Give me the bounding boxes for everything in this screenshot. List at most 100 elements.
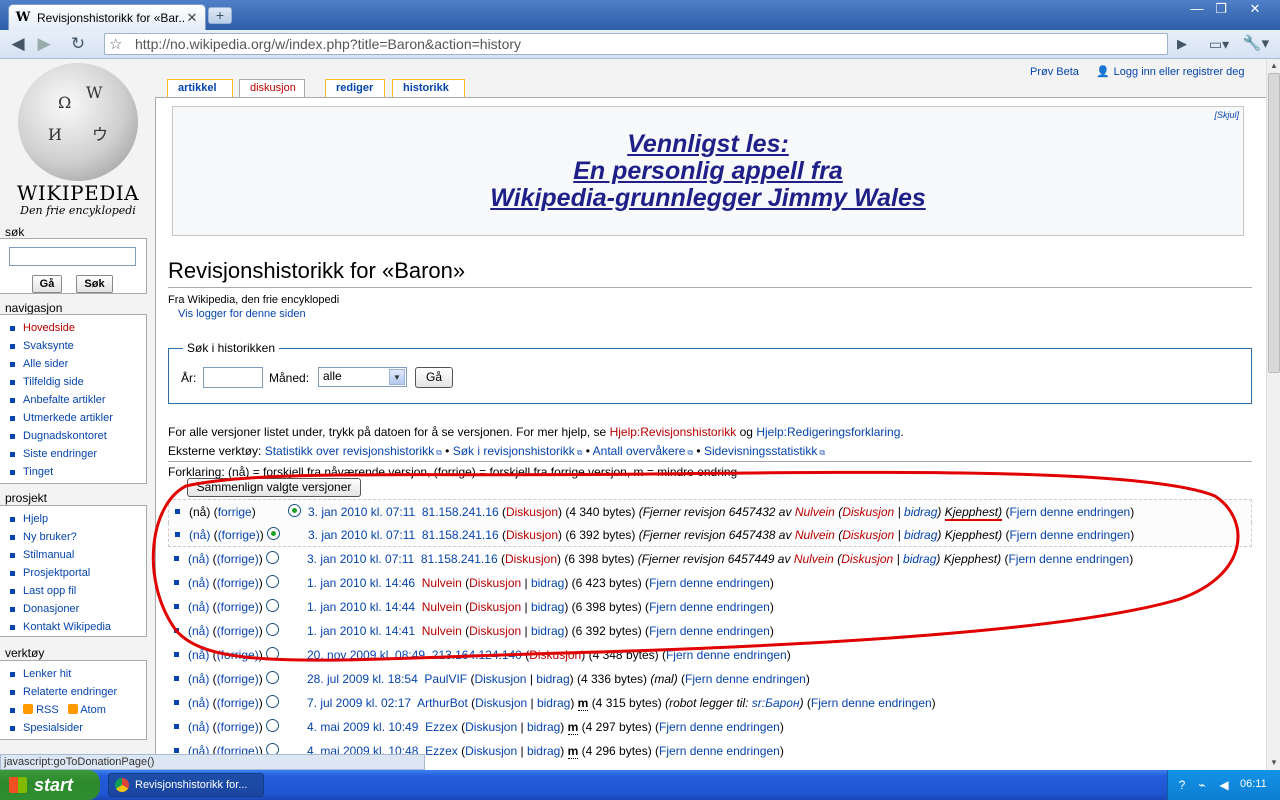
revision-radio-new[interactable] — [266, 719, 279, 732]
year-input[interactable] — [203, 367, 263, 388]
revision-radio-new[interactable] — [266, 551, 279, 564]
prev-diff-link[interactable]: (forrige) — [217, 720, 259, 734]
revision-date-link[interactable]: 1. jan 2010 kl. 14:44 — [307, 600, 415, 614]
user-talk-link[interactable]: Diskusjon — [506, 528, 558, 542]
user-talk-link[interactable]: Diskusjon — [465, 720, 517, 734]
back-icon[interactable]: ◀ — [6, 33, 30, 55]
revision-radio-old[interactable] — [288, 504, 301, 517]
donation-appeal-link[interactable]: Vennligst les: En personlig appell fra W… — [173, 131, 1243, 212]
prev-diff-link[interactable]: forrige — [218, 505, 252, 519]
prev-diff-link[interactable]: (forrige) — [217, 648, 259, 662]
scroll-up-icon[interactable]: ▲ — [1267, 59, 1280, 73]
tab-history[interactable]: historikk — [392, 79, 465, 97]
nav-item-tilfeldig-side[interactable]: Tilfeldig side — [10, 374, 146, 392]
undo-link[interactable]: Fjern denne endringen — [1009, 505, 1130, 519]
prev-diff-link[interactable]: (forrige) — [217, 552, 259, 566]
revision-date-link[interactable]: 3. jan 2010 kl. 07:11 — [307, 552, 414, 566]
undo-link[interactable]: Fjern denne endringen — [811, 696, 932, 710]
cur-diff-link[interactable]: (nå) — [189, 528, 210, 542]
cur-diff-link[interactable]: (nå) — [188, 552, 209, 566]
project-item-kontakt[interactable]: Kontakt Wikipedia — [10, 619, 146, 637]
tab-edit[interactable]: rediger — [325, 79, 385, 97]
reload-icon[interactable]: ↻ — [66, 33, 90, 55]
revision-radio-new[interactable] — [266, 623, 279, 636]
user-contrib-link[interactable]: bidrag — [531, 576, 564, 590]
undo-link[interactable]: Fjern denne endringen — [649, 576, 770, 590]
undo-link[interactable]: Fjern denne endringen — [659, 720, 780, 734]
page-scrollbar[interactable]: ▲ ▼ — [1266, 59, 1280, 770]
tools-item-relaterte[interactable]: Relaterte endringer — [10, 684, 146, 702]
nav-item-siste-endringer[interactable]: Siste endringer — [10, 446, 146, 464]
page-menu-icon[interactable]: ▭▾ — [1204, 33, 1234, 55]
undo-link[interactable]: Fjern denne endringen — [1009, 528, 1130, 542]
prev-diff-link[interactable]: (forrige) — [217, 600, 259, 614]
cur-diff-link[interactable]: (nå) — [188, 672, 209, 686]
user-link[interactable]: ArthurBot — [417, 696, 468, 710]
user-talk-link[interactable]: Diskusjon — [469, 576, 521, 590]
user-link[interactable]: Nulvein — [422, 624, 462, 638]
revision-radio-new[interactable] — [267, 527, 280, 540]
prev-diff-link[interactable]: (forrige) — [217, 624, 259, 638]
project-item-donasjoner[interactable]: Donasjoner — [10, 601, 146, 619]
ext-revision-search-link[interactable]: Søk i revisjonshistorikk ⧉ — [453, 444, 583, 458]
undo-link[interactable]: Fjern denne endringen — [666, 648, 787, 662]
go-icon[interactable]: ▶ — [1170, 33, 1194, 55]
new-tab-button[interactable]: + — [208, 7, 232, 24]
revision-date-link[interactable]: 4. mai 2009 kl. 10:49 — [307, 720, 418, 734]
compare-versions-button[interactable]: Sammenlign valgte versjoner — [187, 478, 361, 497]
revision-date-link[interactable]: 7. jul 2009 kl. 02:17 — [307, 696, 411, 710]
project-item-stilmanual[interactable]: Stilmanual — [10, 547, 146, 565]
help-icon[interactable]: ? — [1174, 777, 1190, 793]
prev-diff-link[interactable]: (forrige) — [218, 528, 260, 542]
nav-item-alle-sider[interactable]: Alle sider — [10, 356, 146, 374]
close-tab-icon[interactable]: ✕ — [185, 10, 199, 26]
prev-diff-link[interactable]: (forrige) — [217, 672, 259, 686]
search-input[interactable] — [9, 247, 136, 266]
view-logs-link[interactable]: Vis logger for denne siden — [178, 308, 306, 320]
cur-diff-link[interactable]: (nå) — [188, 696, 209, 710]
user-link[interactable]: Ezzex — [425, 744, 458, 758]
user-link[interactable]: Nulvein — [422, 576, 462, 590]
tools-item-lenker-hit[interactable]: Lenker hit — [10, 666, 146, 684]
network-icon[interactable]: ⌁ — [1194, 777, 1210, 793]
browser-tab[interactable]: W Revisjonshistorikk for «Bar... ✕ — [8, 4, 206, 30]
tools-item-spesialsider[interactable]: Spesialsider — [10, 720, 146, 738]
help-revisions-link[interactable]: Hjelp:Revisjonshistorikk — [610, 425, 737, 439]
user-contrib-link[interactable]: bidrag — [531, 624, 564, 638]
undo-link[interactable]: Fjern denne endringen — [685, 672, 806, 686]
user-contrib-link[interactable]: bidrag — [531, 600, 564, 614]
cur-diff-link[interactable]: (nå) — [188, 624, 209, 638]
user-talk-link[interactable]: Diskusjon — [505, 552, 557, 566]
rss-link[interactable]: RSS — [36, 704, 59, 716]
ext-pageview-link[interactable]: Sidevisningsstatistikk ⧉ — [704, 444, 825, 458]
revision-radio-new[interactable] — [266, 599, 279, 612]
user-contrib-link[interactable]: bidrag — [537, 696, 570, 710]
try-beta-link[interactable]: Prøv Beta — [1030, 66, 1079, 78]
history-go-button[interactable]: Gå — [415, 367, 453, 388]
star-icon[interactable]: ☆ — [109, 35, 129, 53]
undo-link[interactable]: Fjern denne endringen — [659, 744, 780, 758]
user-link[interactable]: 81.158.241.16 — [422, 505, 499, 519]
tab-discussion[interactable]: diskusjon — [239, 79, 305, 97]
nav-item-anbefalte-artikler[interactable]: Anbefalte artikler — [10, 392, 146, 410]
taskbar-item-browser[interactable]: Revisjonshistorikk for... — [108, 773, 264, 797]
nav-item-hovedside[interactable]: Hovedside — [10, 320, 146, 338]
user-link[interactable]: PaulVIF — [424, 672, 467, 686]
address-bar[interactable]: ☆ http://no.wikipedia.org/w/index.php?ti… — [104, 33, 1168, 55]
forward-icon[interactable]: ▶ — [32, 33, 56, 55]
user-link[interactable]: Ezzex — [425, 720, 458, 734]
login-link[interactable]: Logg inn eller registrer deg — [1114, 66, 1245, 78]
tab-article[interactable]: artikkel — [167, 79, 233, 97]
hide-notice-link[interactable]: [Skjul] — [1214, 110, 1239, 120]
cur-diff-link[interactable]: (nå) — [188, 576, 209, 590]
wrench-icon[interactable]: 🔧▾ — [1240, 33, 1272, 55]
prev-diff-link[interactable]: (forrige) — [217, 696, 259, 710]
user-link[interactable]: 213.164.124.140 — [432, 648, 522, 662]
cur-diff-link[interactable]: (nå) — [188, 648, 209, 662]
revision-date-link[interactable]: 3. jan 2010 kl. 07:11 — [308, 505, 415, 519]
user-talk-link[interactable]: Diskusjon — [469, 624, 521, 638]
maximize-icon[interactable]: ❐ — [1210, 0, 1232, 18]
project-item-prosjektportal[interactable]: Prosjektportal — [10, 565, 146, 583]
user-talk-link[interactable]: Diskusjon — [506, 505, 558, 519]
revision-date-link[interactable]: 20. nov 2009 kl. 08:49 — [307, 648, 425, 662]
